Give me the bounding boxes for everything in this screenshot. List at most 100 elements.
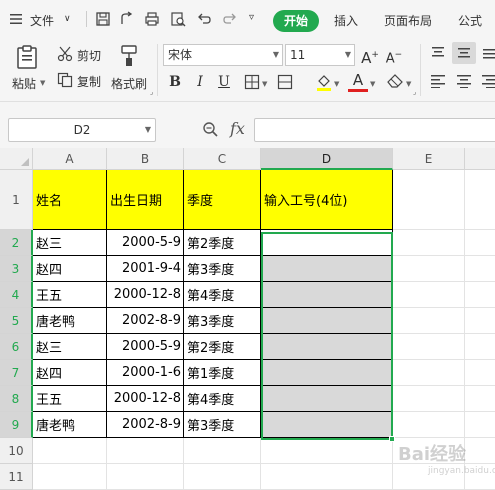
row-header-8[interactable]: 8 xyxy=(0,386,33,412)
cell[interactable] xyxy=(33,464,107,490)
bold-button[interactable]: B xyxy=(165,72,185,92)
row-header-1[interactable]: 1 xyxy=(0,170,33,230)
cell[interactable] xyxy=(107,438,184,464)
cell[interactable] xyxy=(465,360,495,386)
table-header-cell[interactable]: 输入工号(4位) xyxy=(261,170,393,230)
font-color-dropdown-icon[interactable]: ▼ xyxy=(370,80,375,88)
row-header-3[interactable]: 3 xyxy=(0,256,33,282)
cell[interactable] xyxy=(465,412,495,438)
tab-start[interactable]: 开始 xyxy=(273,10,319,32)
row-header-7[interactable]: 7 xyxy=(0,360,33,386)
column-header-e[interactable]: E xyxy=(393,148,465,170)
cell[interactable] xyxy=(393,360,465,386)
cell[interactable] xyxy=(393,308,465,334)
column-header-b[interactable]: B xyxy=(107,148,184,170)
fill-handle[interactable] xyxy=(389,436,395,442)
row-header-6[interactable]: 6 xyxy=(0,334,33,360)
formula-input[interactable] xyxy=(254,118,495,142)
table-cell[interactable]: 2001-9-4 xyxy=(107,256,184,282)
row-header-5[interactable]: 5 xyxy=(0,308,33,334)
cell[interactable] xyxy=(465,308,495,334)
cell[interactable] xyxy=(393,230,465,256)
chevron-down-icon[interactable]: ∨ xyxy=(64,14,71,24)
table-cell[interactable]: 第3季度 xyxy=(184,256,261,282)
table-cell[interactable]: 唐老鸭 xyxy=(33,308,107,334)
increase-font-size-button[interactable]: A+ xyxy=(360,45,380,67)
cell[interactable] xyxy=(465,334,495,360)
row-header-9[interactable]: 9 xyxy=(0,412,33,438)
table-cell[interactable]: 第2季度 xyxy=(184,334,261,360)
table-cell[interactable]: 2000-5-9 xyxy=(107,230,184,256)
cell[interactable] xyxy=(107,464,184,490)
cell[interactable] xyxy=(33,438,107,464)
table-header-cell[interactable]: 出生日期 xyxy=(107,170,184,230)
borders-icon[interactable] xyxy=(244,74,260,90)
table-cell[interactable] xyxy=(261,256,393,282)
cut-button[interactable]: 剪切 xyxy=(77,47,101,64)
table-cell[interactable] xyxy=(261,360,393,386)
row-header-4[interactable]: 4 xyxy=(0,282,33,308)
copy-button[interactable]: 复制 xyxy=(77,73,101,90)
table-header-cell[interactable]: 季度 xyxy=(184,170,261,230)
copy-icon[interactable] xyxy=(57,72,73,88)
tab-page-layout[interactable]: 页面布局 xyxy=(384,12,432,29)
row-header-10[interactable]: 10 xyxy=(0,438,33,464)
cell[interactable] xyxy=(393,412,465,438)
table-cell[interactable]: 2002-8-9 xyxy=(107,412,184,438)
table-cell[interactable]: 第4季度 xyxy=(184,282,261,308)
redo-icon[interactable] xyxy=(222,11,238,27)
column-header-d[interactable]: D xyxy=(261,148,393,170)
paste-button[interactable]: 粘贴 xyxy=(12,75,36,92)
undo-icon[interactable] xyxy=(196,11,212,27)
table-cell[interactable]: 王五 xyxy=(33,282,107,308)
table-cell[interactable] xyxy=(261,230,393,256)
table-cell[interactable] xyxy=(261,334,393,360)
cell[interactable] xyxy=(393,256,465,282)
fill-color-icon[interactable] xyxy=(316,73,332,91)
customize-toolbar-icon[interactable]: ▿ xyxy=(249,12,254,23)
insert-function-button[interactable]: fx xyxy=(230,119,245,138)
font-group-expand-icon[interactable]: ⌟ xyxy=(413,88,416,96)
file-menu[interactable]: 文件 xyxy=(30,12,54,29)
save-icon[interactable] xyxy=(95,11,111,27)
fill-color-dropdown-icon[interactable]: ▼ xyxy=(334,80,339,88)
align-right-icon[interactable] xyxy=(482,74,495,88)
align-middle-button[interactable] xyxy=(452,42,476,64)
table-cell[interactable]: 2000-12-8 xyxy=(107,386,184,412)
table-cell[interactable]: 2000-5-9 xyxy=(107,334,184,360)
export-icon[interactable] xyxy=(119,11,135,27)
cell[interactable] xyxy=(465,386,495,412)
table-cell[interactable]: 第3季度 xyxy=(184,412,261,438)
borders-dropdown-icon[interactable]: ▼ xyxy=(262,80,267,88)
clear-dropdown-icon[interactable]: ▼ xyxy=(406,80,411,88)
font-name-select[interactable]: 宋体 ▼ xyxy=(163,44,283,66)
table-cell[interactable]: 赵四 xyxy=(33,256,107,282)
merge-cells-icon[interactable] xyxy=(277,74,293,90)
cell[interactable] xyxy=(261,464,393,490)
cell[interactable] xyxy=(465,256,495,282)
cell[interactable] xyxy=(261,438,393,464)
paste-icon[interactable] xyxy=(14,44,40,70)
align-left-icon[interactable] xyxy=(430,74,446,88)
table-cell[interactable]: 赵三 xyxy=(33,230,107,256)
spreadsheet-grid[interactable]: A B C D E 1 2 3 4 5 6 7 8 9 10 11 姓名 出生日期 季度 输入工号(4位) 赵三 2000… xyxy=(0,148,495,490)
table-cell[interactable]: 赵四 xyxy=(33,360,107,386)
table-cell[interactable]: 赵三 xyxy=(33,334,107,360)
column-header-c[interactable]: C xyxy=(184,148,261,170)
align-center-icon[interactable] xyxy=(456,74,472,88)
paste-dropdown-icon[interactable]: ▼ xyxy=(40,79,45,87)
table-cell[interactable]: 第1季度 xyxy=(184,360,261,386)
cell[interactable] xyxy=(393,334,465,360)
cell[interactable] xyxy=(465,170,495,230)
table-cell[interactable] xyxy=(261,282,393,308)
table-cell[interactable] xyxy=(261,412,393,438)
table-cell[interactable]: 2000-1-6 xyxy=(107,360,184,386)
hamburger-icon[interactable] xyxy=(8,11,24,27)
tab-formulas[interactable]: 公式 xyxy=(458,12,482,29)
cell[interactable] xyxy=(184,464,261,490)
table-cell[interactable]: 第2季度 xyxy=(184,230,261,256)
column-header-a[interactable]: A xyxy=(33,148,107,170)
align-top-icon[interactable] xyxy=(430,46,446,60)
table-cell[interactable]: 唐老鸭 xyxy=(33,412,107,438)
row-header-2[interactable]: 2 xyxy=(0,230,33,256)
